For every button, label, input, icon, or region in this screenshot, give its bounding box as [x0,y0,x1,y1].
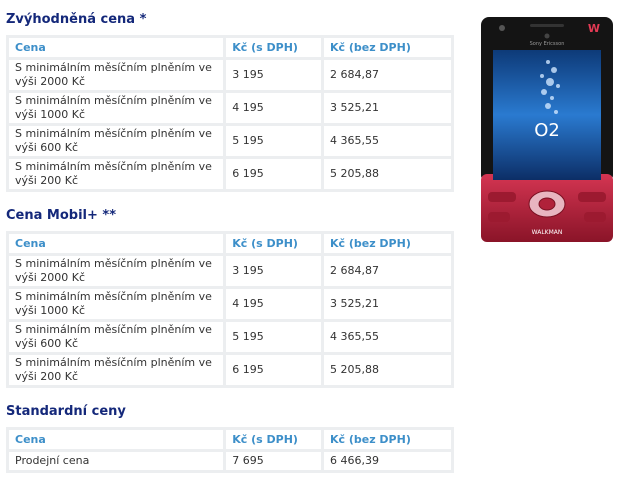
price-without-vat: 3 525,21 [323,93,451,123]
table-header-row: Cena Kč (s DPH) Kč (bez DPH) [9,38,451,57]
column-header-without-vat: Kč (bez DPH) [323,430,451,449]
row-label: S minimálním měsíčním plněním ve výši 20… [9,159,224,189]
price-without-vat: 2 684,87 [323,256,451,286]
section-title-discounted: Zvýhodněná cena * [6,12,147,27]
row-label: S minimálním měsíčním plněním ve výši 60… [9,126,224,156]
phone-image: Sony Ericsson W O2 WALKMAN [481,17,613,242]
column-header-price: Cena [9,38,224,57]
price-with-vat: 3 195 [226,60,321,90]
row-label: S minimálním měsíčním plněním ve výši 60… [9,322,224,352]
price-without-vat: 4 365,55 [323,322,451,352]
price-with-vat: 3 195 [226,256,321,286]
walkman-label: WALKMAN [532,229,563,236]
row-label: Prodejní cena [9,452,224,470]
column-header-with-vat: Kč (s DPH) [226,234,321,253]
price-without-vat: 5 205,88 [323,159,451,189]
price-without-vat: 3 525,21 [323,289,451,319]
row-label: S minimálním měsíčním plněním ve výši 10… [9,289,224,319]
camera-icon [499,25,505,31]
table-row: Prodejní cena 7 695 6 466,39 [9,452,451,470]
row-label: S minimálním měsíčním plněním ve výši 20… [9,256,224,286]
section-title-standard: Standardní ceny [6,404,126,419]
call-key [488,212,510,222]
price-without-vat: 4 365,55 [323,126,451,156]
table-header-row: Cena Kč (s DPH) Kč (bez DPH) [9,430,451,449]
end-key [584,212,606,222]
sony-ericsson-logo-icon [544,33,550,39]
table-row: S minimálním měsíčním plněním ve výši 20… [9,355,451,385]
table-header-row: Cena Kč (s DPH) Kč (bez DPH) [9,234,451,253]
table-row: S minimálním měsíčním plněním ve výši 10… [9,289,451,319]
row-label: S minimálním měsíčním plněním ve výši 20… [9,60,224,90]
price-with-vat: 7 695 [226,452,321,470]
brand-text: Sony Ericsson [530,41,565,47]
table-row: S minimálním měsíčním plněním ve výši 20… [9,60,451,90]
earpiece [530,24,564,27]
table-row: S minimálním měsíčním plněním ve výši 60… [9,322,451,352]
walkman-w-icon: W [588,22,600,35]
table-row: S minimálním měsíčním plněním ve výši 10… [9,93,451,123]
price-without-vat: 2 684,87 [323,60,451,90]
column-header-price: Cena [9,430,224,449]
price-table-standard: Cena Kč (s DPH) Kč (bez DPH) Prodejní ce… [6,427,454,473]
o2-logo: O2 [534,120,560,141]
column-header-with-vat: Kč (s DPH) [226,38,321,57]
column-header-without-vat: Kč (bez DPH) [323,38,451,57]
row-label: S minimálním měsíčním plněním ve výši 20… [9,355,224,385]
section-title-mobil-plus: Cena Mobil+ ** [6,208,117,223]
price-with-vat: 5 195 [226,322,321,352]
right-soft-key [578,192,606,202]
table-row: S minimálním měsíčním plněním ve výši 20… [9,256,451,286]
price-without-vat: 6 466,39 [323,452,451,470]
price-with-vat: 6 195 [226,159,321,189]
column-header-without-vat: Kč (bez DPH) [323,234,451,253]
column-header-with-vat: Kč (s DPH) [226,430,321,449]
price-with-vat: 5 195 [226,126,321,156]
column-header-price: Cena [9,234,224,253]
price-with-vat: 4 195 [226,289,321,319]
price-with-vat: 4 195 [226,93,321,123]
price-table-discounted: Cena Kč (s DPH) Kč (bez DPH) S minimální… [6,35,454,192]
row-label: S minimálním měsíčním plněním ve výši 10… [9,93,224,123]
price-without-vat: 5 205,88 [323,355,451,385]
price-table-mobil-plus: Cena Kč (s DPH) Kč (bez DPH) S minimální… [6,231,454,388]
table-row: S minimálním měsíčním plněním ve výši 60… [9,126,451,156]
center-key [538,197,556,211]
table-row: S minimálním měsíčním plněním ve výši 20… [9,159,451,189]
phone-screen [493,50,601,180]
left-soft-key [488,192,516,202]
price-with-vat: 6 195 [226,355,321,385]
